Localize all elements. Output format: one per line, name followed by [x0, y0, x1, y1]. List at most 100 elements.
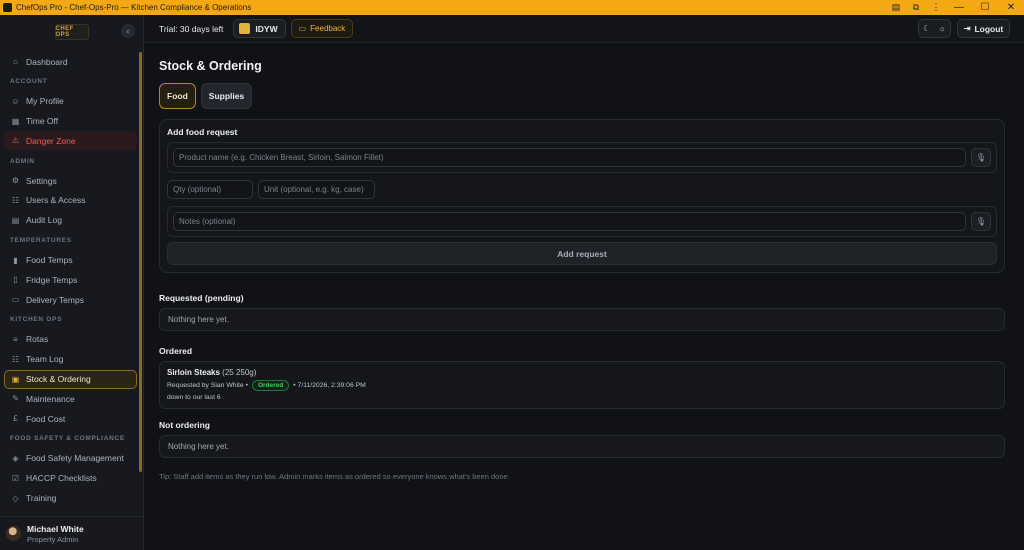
log-icon: ▤ [11, 215, 20, 225]
qty-unit-row: Qty (optional) Unit (optional, e.g. kg, … [167, 180, 997, 199]
sidebar-item-label: Team Log [26, 354, 64, 365]
sidebar-item-rotas[interactable]: ≡ Rotas [4, 330, 137, 349]
org-switcher-button[interactable]: IDYW [233, 19, 286, 38]
not-ordering-empty: Nothing here yet. [159, 435, 1005, 458]
truck-icon: ▭ [11, 295, 20, 305]
extension-icon[interactable]: ⧉ [910, 2, 922, 14]
main-content: Stock & Ordering Food Supplies Add food … [159, 43, 1005, 481]
sidebar-item-label: Time Off [26, 116, 59, 127]
sidebar-nav: ⌂ Dashboard ACCOUNT ☺ My Profile ▦ Time Off ⚠ Da… [0, 48, 143, 508]
sidebar-item-label: Training [26, 493, 57, 504]
org-name: IDYW [255, 23, 278, 34]
tip-text: Tip: Staff add items as they run low. Ad… [159, 472, 510, 481]
user-profile[interactable]: Michael White Property Admin [0, 516, 143, 550]
user-role: Property Admin [27, 534, 79, 544]
sidebar-item-label: Maintenance [26, 393, 75, 404]
wrench-icon: ✎ [12, 394, 19, 404]
status-badge[interactable]: Ordered [251, 380, 290, 391]
ordered-title: Ordered [159, 346, 193, 356]
theme-toggle[interactable]: ☾ ☼ [918, 19, 951, 38]
sidebar-item-delivery-temps[interactable]: ▭ Delivery Temps [4, 290, 137, 309]
collapse-sidebar-button[interactable]: ‹ [121, 24, 135, 38]
product-row: Product name (e.g. Chicken Breast, Sirlo… [167, 142, 997, 173]
order-note: down to our last 6 [167, 394, 221, 401]
requested-empty: Nothing here yet. [159, 308, 1005, 331]
logout-icon: ⇥ [963, 24, 971, 33]
maximize-button[interactable]: ☐ [972, 0, 998, 15]
add-request-button[interactable]: Add request [167, 242, 997, 265]
org-logo-icon [239, 23, 251, 34]
sidebar-item-food-safety-management[interactable]: ◈ Food Safety Management [4, 449, 137, 468]
sidebar-item-team-log[interactable]: ☷ Team Log [4, 350, 137, 369]
sidebar-item-maintenance[interactable]: ✎ Maintenance [4, 389, 137, 408]
order-item-meta: Requested by Sian White • Ordered • 7/11… [167, 380, 997, 391]
mic-icon[interactable]: 🎙 [971, 212, 991, 231]
page-title: Stock & Ordering [159, 59, 262, 73]
sidebar-item-danger-zone[interactable]: ⚠ Danger Zone [4, 131, 137, 151]
close-button[interactable]: ✕ [998, 0, 1024, 15]
notes-row: Notes (optional) 🎙 [167, 206, 997, 237]
logout-button[interactable]: ⇥ Logout [957, 19, 1010, 38]
sidebar-item-label: Delivery Temps [26, 294, 84, 305]
sidebar-item-audit-log[interactable]: ▤ Audit Log [4, 211, 137, 230]
users-icon: ☷ [11, 195, 20, 205]
list-icon: ≡ [13, 334, 18, 344]
sidebar-item-label: Stock & Ordering [26, 374, 91, 385]
thermometer-icon: ▮ [13, 255, 18, 265]
sidebar-item-stock-ordering[interactable]: ▣ Stock & Ordering [4, 369, 137, 389]
minimize-button[interactable]: — [946, 0, 972, 15]
nav-section-account: ACCOUNT [10, 78, 48, 86]
qty-input[interactable]: Qty (optional) [167, 180, 253, 199]
category-tabs: Food Supplies [159, 83, 1005, 109]
more-icon[interactable]: ⋮ [930, 2, 942, 14]
sidebar-item-food-temps[interactable]: ▮ Food Temps [4, 251, 137, 270]
window-titlebar: ChefOps Pro - Chef-Ops-Pro — Kitchen Com… [0, 0, 1024, 15]
top-bar: Trial: 30 days left IDYW ▭ Feedback ☾ ☼ … [144, 15, 1024, 43]
avatar [6, 526, 21, 541]
sidebar-scrollbar[interactable] [139, 52, 142, 472]
order-item-name: Sirloin Steaks [167, 368, 220, 377]
sidebar-item-label: Settings [26, 175, 57, 186]
feedback-button[interactable]: ▭ Feedback [290, 19, 354, 38]
sidebar-header: CHEF OPS ‹ [0, 15, 143, 48]
profile-icon[interactable]: ▤ [890, 2, 902, 14]
form-title: Add food request [167, 127, 238, 137]
unit-input[interactable]: Unit (optional, e.g. kg, case) [258, 180, 375, 199]
sidebar-item-label: Food Temps [26, 255, 73, 266]
sidebar-item-training[interactable]: ◇ Training [4, 489, 137, 508]
logout-label: Logout [974, 23, 1004, 34]
fridge-icon: ▯ [13, 275, 18, 285]
calendar-icon: ▦ [11, 116, 20, 126]
sidebar-item-food-cost[interactable]: £ Food Cost [4, 409, 137, 428]
order-item[interactable]: Sirloin Steaks (25 250g) Requested by Si… [159, 361, 1005, 409]
notes-input[interactable]: Notes (optional) [173, 212, 966, 231]
tab-supplies[interactable]: Supplies [200, 83, 253, 109]
sidebar-item-label: Fridge Temps [26, 274, 78, 285]
product-name-input[interactable]: Product name (e.g. Chicken Breast, Sirlo… [173, 148, 966, 167]
nav-section-temperatures: TEMPERATURES [10, 237, 72, 245]
sidebar-item-label: Rotas [26, 334, 49, 345]
trial-status: Trial: 30 days left [159, 23, 224, 34]
nav-section-admin: ADMIN [10, 157, 35, 165]
not-ordering-title: Not ordering [159, 420, 210, 430]
sidebar-item-label: Users & Access [26, 195, 86, 206]
tab-food[interactable]: Food [159, 83, 196, 109]
brand-logo[interactable]: CHEF OPS [54, 23, 89, 40]
sidebar-item-label: My Profile [26, 96, 64, 107]
sidebar-item-my-profile[interactable]: ☺ My Profile [4, 92, 137, 111]
requested-title: Requested (pending) [159, 293, 244, 303]
mic-icon[interactable]: 🎙 [971, 148, 991, 167]
checklist-icon: ☑ [11, 473, 20, 483]
sidebar-item-label: Audit Log [26, 215, 62, 226]
sidebar-item-fridge-temps[interactable]: ▯ Fridge Temps [4, 270, 137, 289]
warning-icon: ⚠ [11, 136, 20, 146]
sidebar-item-dashboard[interactable]: ⌂ Dashboard [4, 52, 137, 71]
sun-icon[interactable]: ☼ [939, 24, 946, 33]
sidebar-item-time-off[interactable]: ▦ Time Off [4, 112, 137, 131]
moon-icon[interactable]: ☾ [923, 24, 930, 33]
sidebar-item-haccp-checklists[interactable]: ☑ HACCP Checklists [4, 469, 137, 488]
message-icon: ▭ [298, 24, 307, 33]
sidebar-item-users-access[interactable]: ☷ Users & Access [4, 191, 137, 210]
feedback-label: Feedback [310, 24, 346, 33]
sidebar-item-settings[interactable]: ⚙ Settings [4, 171, 137, 190]
